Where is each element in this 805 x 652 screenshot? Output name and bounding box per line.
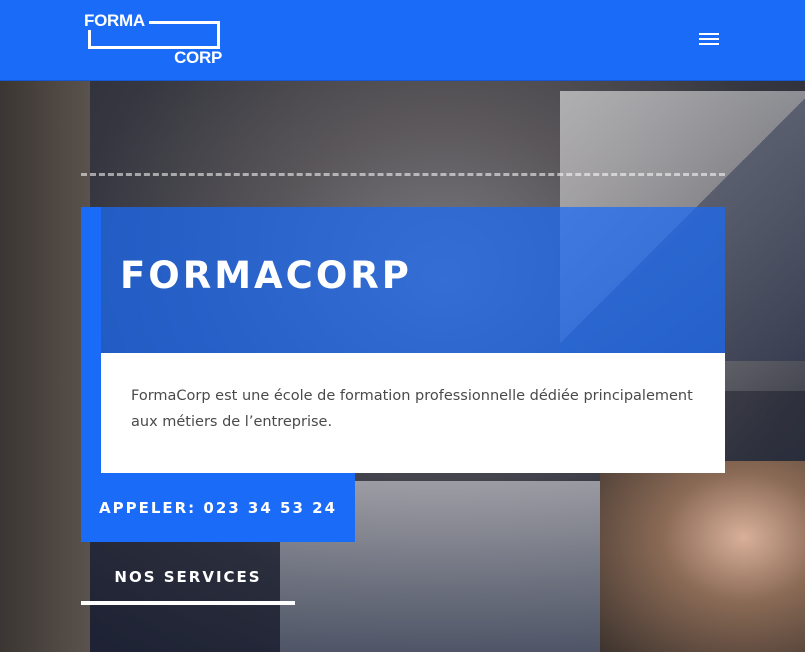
services-link[interactable]: NOS SERVICES [81, 552, 295, 605]
title-accent-bar [81, 207, 101, 473]
description-card: FormaCorp est une école de formation pro… [101, 353, 725, 473]
page-title: FORMACORP [120, 254, 412, 297]
site-header: FORMA CORP [0, 0, 805, 81]
call-button[interactable]: APPELER: 023 34 53 24 [81, 473, 355, 542]
menu-bar [699, 33, 719, 35]
menu-bar [699, 43, 719, 45]
formacorp-logo[interactable]: FORMA CORP [84, 12, 224, 68]
hamburger-menu-icon[interactable] [696, 30, 722, 50]
hero-person-right [600, 461, 805, 652]
menu-bar [699, 38, 719, 40]
description-text: FormaCorp est une école de formation pro… [131, 388, 693, 430]
logo-text-corp: CORP [170, 49, 222, 67]
hero-person-left [0, 81, 90, 652]
logo-text-forma: FORMA [84, 12, 149, 30]
dashed-divider [81, 173, 725, 176]
